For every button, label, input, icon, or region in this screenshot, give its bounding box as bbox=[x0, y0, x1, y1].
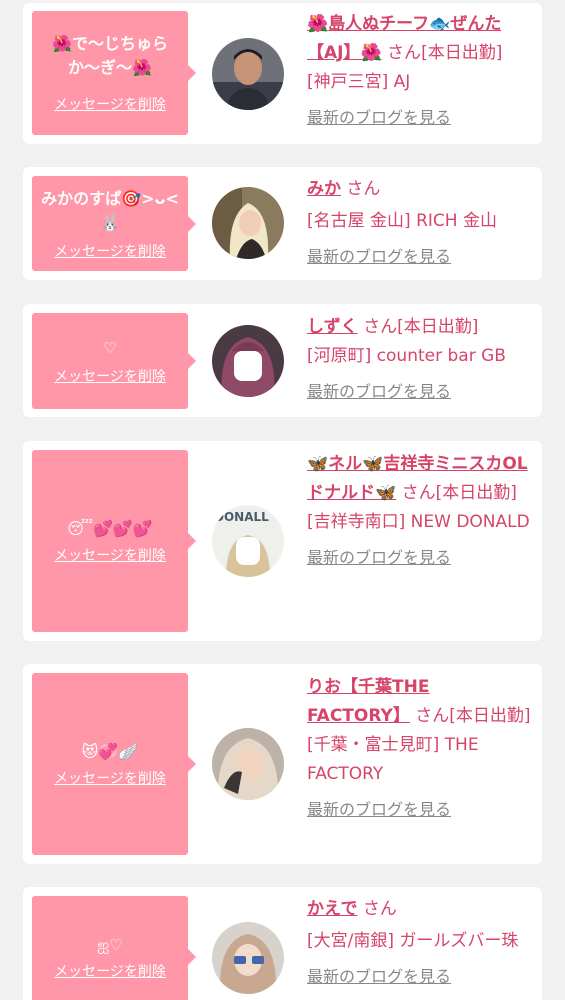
cast-info: しずく さん[本日出勤] [河原町] counter bar GB 最新のブログ… bbox=[307, 313, 535, 404]
message-text: みかのすぱ🎯>ᴗ<🐰 bbox=[41, 188, 179, 232]
avatar[interactable] bbox=[212, 38, 284, 110]
cast-info: かえで さん [大宮/南銀] ガールズバー珠 最新のブログを見る bbox=[307, 895, 535, 989]
avatar-photo-icon bbox=[212, 38, 284, 110]
work-status: [本日出勤] bbox=[435, 483, 517, 503]
message-bubble: 🌺で〜じちゅらか〜ぎ〜🌺 メッセージを削除 bbox=[32, 11, 196, 135]
avatar[interactable] bbox=[212, 187, 284, 259]
list-item: みかのすぱ🎯>ᴗ<🐰 メッセージを削除 みか さん [名古屋 金山] RICH … bbox=[23, 167, 542, 280]
shop-name: [河原町] counter bar GB bbox=[307, 346, 506, 366]
cast-info: 🌺島人ぬチーフ🐟ぜんた【AJ】🌺 さん[本日出勤] [神戸三宮] AJ 最新のブ… bbox=[307, 10, 535, 130]
latest-blog-link[interactable]: 最新のブログを見る bbox=[307, 965, 535, 989]
cast-name-link[interactable]: りお【千葉THE FACTORY】 bbox=[307, 677, 429, 726]
message-bubble: みかのすぱ🎯>ᴗ<🐰 メッセージを削除 bbox=[32, 176, 196, 271]
delete-message-link[interactable]: メッセージを削除 bbox=[54, 241, 166, 261]
message-text: ♡ bbox=[103, 339, 117, 357]
work-status: [本日出勤] bbox=[449, 706, 531, 726]
avatar-photo-icon bbox=[212, 187, 284, 259]
shop-name: [神戸三宮] AJ bbox=[307, 72, 411, 92]
avatar[interactable] bbox=[212, 922, 284, 994]
cast-info: みか さん [名古屋 金山] RICH 金山 最新のブログを見る bbox=[307, 175, 535, 269]
message-text: 😴💕💕💕 bbox=[67, 519, 153, 538]
delete-message-link[interactable]: メッセージを削除 bbox=[54, 94, 166, 114]
svg-text:DONALL: DONALL bbox=[214, 510, 269, 524]
message-bubble: ஐ♡ メッセージを削除 bbox=[32, 896, 196, 1000]
shop-name: [名古屋 金山] RICH 金山 bbox=[307, 211, 497, 231]
delete-message-link[interactable]: メッセージを削除 bbox=[54, 768, 166, 788]
avatar[interactable] bbox=[212, 325, 284, 397]
list-item: 🌺で〜じちゅらか〜ぎ〜🌺 メッセージを削除 🌺島人ぬチーフ🐟ぜんた【AJ】🌺 さ… bbox=[23, 3, 542, 144]
list-item: ஐ♡ メッセージを削除 かえで さん [大宮/南銀] ガールズバー珠 最新のブロ… bbox=[23, 887, 542, 1000]
work-status: [本日出勤] bbox=[397, 317, 479, 337]
honorific: さん bbox=[363, 317, 398, 337]
avatar-photo-icon: DONALL bbox=[212, 505, 284, 577]
avatar-photo-icon bbox=[212, 728, 284, 800]
avatar-photo-icon bbox=[212, 325, 284, 397]
cast-name-link[interactable]: しずく bbox=[307, 317, 358, 337]
cast-info: 🦋ネル🦋吉祥寺ミニスカOLドナルド🦋 さん[本日出勤] [吉祥寺南口] NEW … bbox=[307, 450, 535, 570]
cast-name-link[interactable]: かえで bbox=[307, 899, 358, 919]
favorites-list: 🌺で〜じちゅらか〜ぎ〜🌺 メッセージを削除 🌺島人ぬチーフ🐟ぜんた【AJ】🌺 さ… bbox=[0, 0, 565, 1000]
latest-blog-link[interactable]: 最新のブログを見る bbox=[307, 106, 535, 130]
work-status: [本日出勤] bbox=[421, 43, 503, 63]
message-text: 🌺で〜じちゅらか〜ぎ〜🌺 bbox=[52, 34, 168, 77]
message-bubble: ♡ メッセージを削除 bbox=[32, 313, 196, 409]
avatar[interactable] bbox=[212, 728, 284, 800]
shop-name: [吉祥寺南口] NEW DONALD bbox=[307, 512, 530, 532]
shop-name: [千葉・富士見町] THE FACTORY bbox=[307, 735, 479, 784]
latest-blog-link[interactable]: 最新のブログを見る bbox=[307, 546, 535, 570]
latest-blog-link[interactable]: 最新のブログを見る bbox=[307, 245, 535, 269]
message-bubble: 😻💞🪽 メッセージを削除 bbox=[32, 673, 196, 855]
message-bubble: 😴💕💕💕 メッセージを削除 bbox=[32, 450, 196, 632]
delete-message-link[interactable]: メッセージを削除 bbox=[54, 366, 166, 386]
honorific: さん bbox=[401, 483, 436, 503]
honorific: さん bbox=[346, 179, 381, 199]
honorific: さん bbox=[415, 706, 450, 726]
message-text: ஐ♡ bbox=[97, 936, 123, 954]
cast-info: りお【千葉THE FACTORY】 さん[本日出勤] [千葉・富士見町] THE… bbox=[307, 673, 535, 822]
delete-message-link[interactable]: メッセージを削除 bbox=[54, 545, 166, 565]
delete-message-link[interactable]: メッセージを削除 bbox=[54, 961, 166, 981]
shop-name: [大宮/南銀] ガールズバー珠 bbox=[307, 931, 519, 951]
honorific: さん bbox=[362, 899, 397, 919]
list-item: 😴💕💕💕 メッセージを削除 DONALL 🦋ネル🦋吉祥寺ミニスカOLドナルド🦋 … bbox=[23, 441, 542, 641]
latest-blog-link[interactable]: 最新のブログを見る bbox=[307, 798, 535, 822]
list-item: ♡ メッセージを削除 しずく さん[本日出勤] [河原町] counter ba… bbox=[23, 304, 542, 417]
honorific: さん bbox=[387, 43, 422, 63]
avatar[interactable]: DONALL bbox=[212, 505, 284, 577]
message-text: 😻💞🪽 bbox=[81, 742, 139, 761]
list-item: 😻💞🪽 メッセージを削除 りお【千葉THE FACTORY】 さん[本日出勤] … bbox=[23, 664, 542, 864]
latest-blog-link[interactable]: 最新のブログを見る bbox=[307, 380, 535, 404]
avatar-photo-icon bbox=[212, 922, 284, 994]
cast-name-link[interactable]: みか bbox=[307, 179, 341, 199]
